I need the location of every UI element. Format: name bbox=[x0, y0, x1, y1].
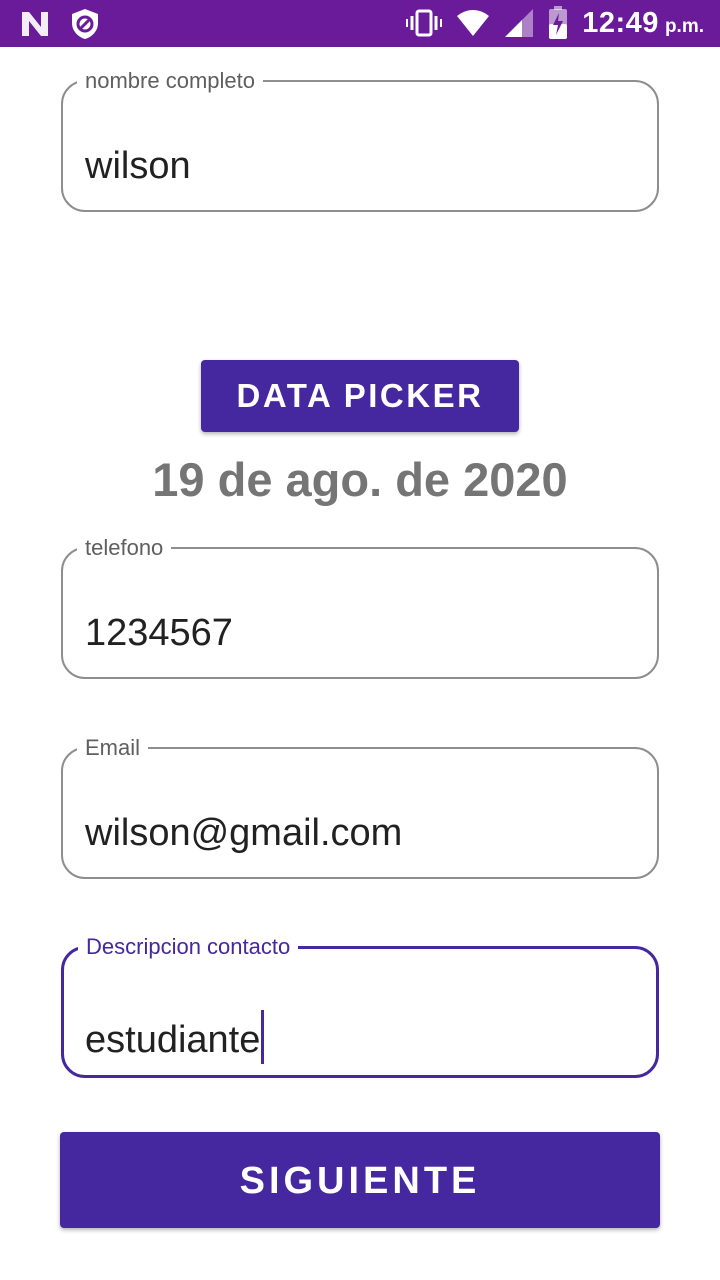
nombre-completo-value[interactable]: wilson bbox=[85, 144, 191, 188]
text-caret bbox=[261, 1010, 265, 1064]
data-picker-button[interactable]: DATA PICKER bbox=[201, 360, 519, 432]
clock-ampm: p.m. bbox=[664, 16, 704, 37]
telefono-field[interactable]: telefono 1234567 bbox=[61, 535, 659, 679]
descripcion-contacto-value-wrap[interactable]: estudiante bbox=[85, 1010, 265, 1064]
status-bar: 12:49 p.m. bbox=[0, 0, 720, 47]
descripcion-contacto-label: Descripcion contacto bbox=[78, 934, 299, 960]
blocked-shield-icon bbox=[70, 8, 100, 40]
wifi-icon bbox=[456, 9, 490, 37]
email-field[interactable]: Email wilson@gmail.com bbox=[61, 735, 659, 879]
descripcion-contacto-field[interactable]: Descripcion contacto estudiante bbox=[61, 934, 659, 1078]
n-notification-icon bbox=[20, 9, 50, 39]
nombre-completo-field[interactable]: nombre completo wilson bbox=[61, 68, 659, 212]
descripcion-contacto-value[interactable]: estudiante bbox=[85, 1019, 260, 1061]
email-label: Email bbox=[77, 735, 149, 761]
vibrate-icon bbox=[406, 8, 443, 38]
telefono-value[interactable]: 1234567 bbox=[85, 611, 233, 655]
clock: 12:49 bbox=[582, 6, 659, 39]
siguiente-button[interactable]: SIGUIENTE bbox=[60, 1132, 660, 1228]
selected-date: 19 de ago. de 2020 bbox=[152, 453, 568, 506]
cell-signal-icon bbox=[504, 8, 534, 38]
telefono-label: telefono bbox=[77, 535, 172, 561]
nombre-completo-label: nombre completo bbox=[77, 68, 263, 94]
battery-charging-icon bbox=[548, 6, 568, 40]
email-value[interactable]: wilson@gmail.com bbox=[85, 811, 402, 855]
